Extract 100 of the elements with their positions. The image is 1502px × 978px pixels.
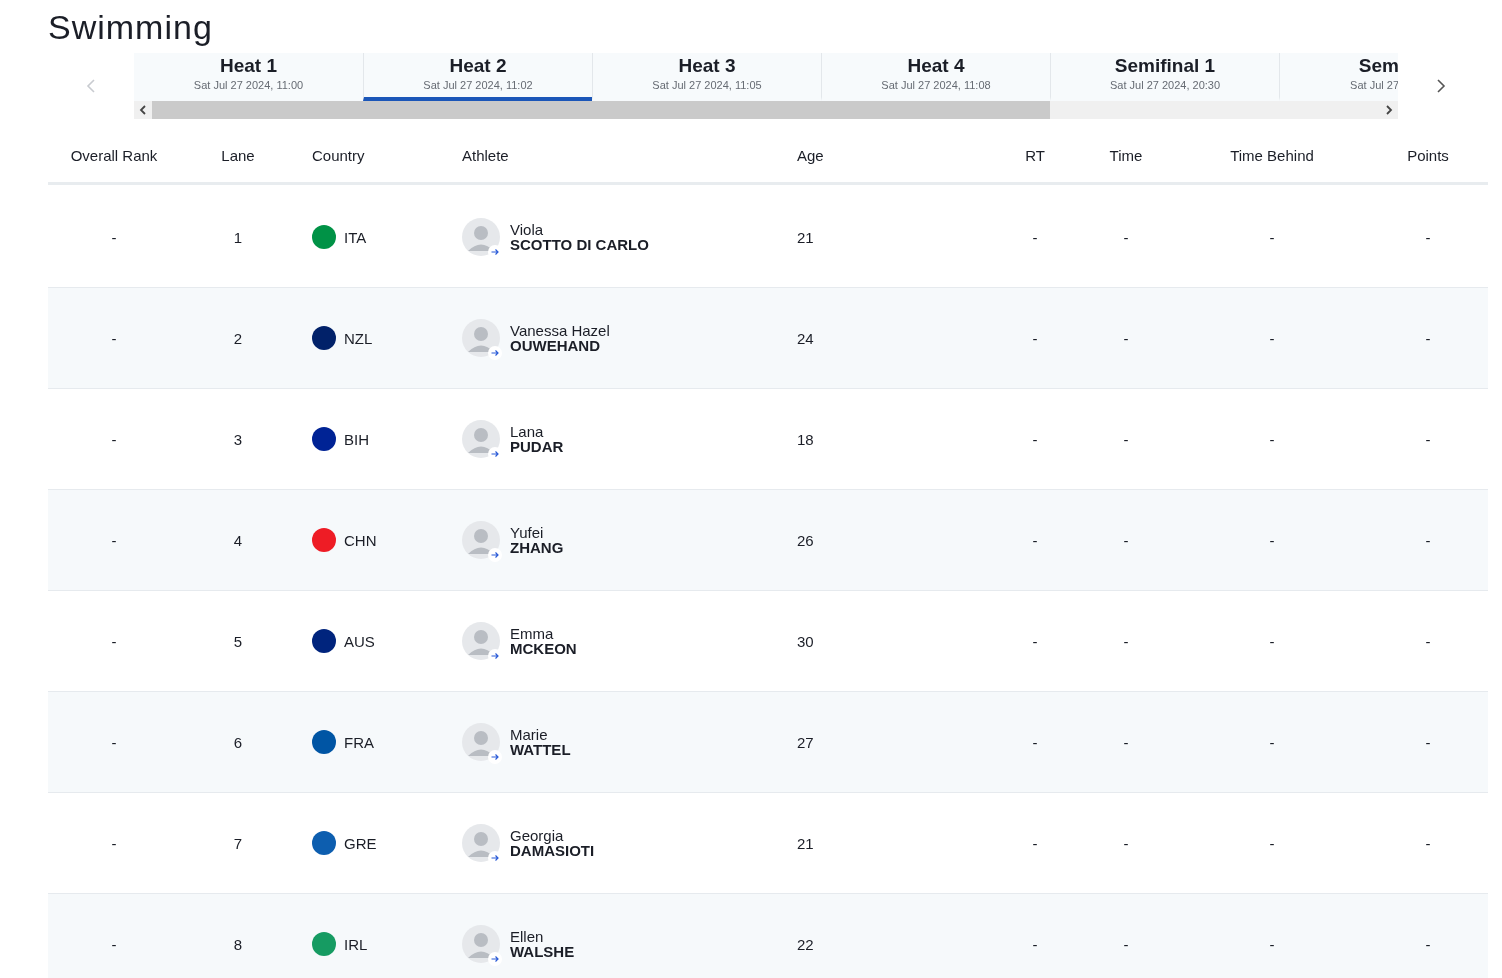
time-value: - [1123, 329, 1129, 347]
page-title: Swimming [48, 7, 214, 48]
chevron-left-icon[interactable] [86, 79, 96, 93]
column-header: Athlete [462, 146, 509, 164]
rank-value: - [111, 228, 117, 246]
country-code: AUS [344, 632, 375, 650]
age-value: 24 [797, 329, 814, 347]
athlete-avatar[interactable] [462, 319, 500, 357]
rank-value: - [111, 935, 117, 953]
athlete-first-name: Emma [510, 626, 555, 641]
points-value: - [1425, 430, 1431, 448]
time-behind-value: - [1269, 430, 1275, 448]
flag-icon [312, 326, 336, 350]
rt-value: - [1032, 430, 1038, 448]
flag-icon [312, 831, 336, 855]
athlete-avatar[interactable] [462, 521, 500, 559]
rt-value: - [1032, 935, 1038, 953]
column-header: Time [1109, 146, 1143, 164]
lane-number: 4 [233, 531, 243, 549]
age-value: 18 [797, 430, 814, 448]
athlete-first-name: Georgia [510, 828, 565, 843]
rt-value: - [1032, 632, 1038, 650]
column-header: Overall Rank [70, 146, 158, 164]
athlete-avatar[interactable] [462, 218, 500, 256]
lane-number: 8 [233, 935, 243, 953]
column-header: Lane [221, 146, 255, 164]
rt-value: - [1032, 733, 1038, 751]
rank-value: - [111, 733, 117, 751]
time-behind-value: - [1269, 935, 1275, 953]
event-tab[interactable]: Heat 1 Sat Jul 27 2024, 11:00 [134, 53, 363, 101]
flag-icon [312, 427, 336, 451]
points-value: - [1425, 531, 1431, 549]
country-code: ITA [344, 228, 367, 246]
rt-value: - [1032, 329, 1038, 347]
athlete-last-name: DAMASIOTI [510, 843, 595, 858]
column-header: Country [312, 146, 365, 164]
rt-value: - [1032, 834, 1038, 852]
lane-number: 5 [233, 632, 243, 650]
rt-value: - [1032, 531, 1038, 549]
country-code: FRA [344, 733, 374, 751]
column-header: Time Behind [1230, 146, 1314, 164]
time-behind-value: - [1269, 329, 1275, 347]
athlete-avatar[interactable] [462, 420, 500, 458]
athlete-first-name: Yufei [510, 525, 545, 540]
time-behind-value: - [1269, 632, 1275, 650]
age-value: 30 [797, 632, 814, 650]
athlete-avatar[interactable] [462, 824, 500, 862]
athlete-first-name: Viola [510, 222, 545, 237]
points-value: - [1425, 935, 1431, 953]
rank-value: - [111, 834, 117, 852]
age-value: 26 [797, 531, 814, 549]
horizontal-scrollbar[interactable] [134, 101, 1398, 119]
athlete-last-name: MCKEON [510, 641, 577, 656]
athlete-last-name: WALSHE [510, 944, 575, 959]
time-behind-value: - [1269, 228, 1275, 246]
column-header: RT [1025, 146, 1045, 164]
lane-number: 1 [233, 228, 243, 246]
flag-icon [312, 932, 336, 956]
column-header: Points [1407, 146, 1449, 164]
lane-number: 3 [233, 430, 243, 448]
athlete-last-name: OUWEHAND [510, 338, 601, 353]
athlete-avatar[interactable] [462, 723, 500, 761]
flag-icon [312, 730, 336, 754]
rank-value: - [111, 329, 117, 347]
age-value: 22 [797, 935, 814, 953]
athlete-avatar[interactable] [462, 925, 500, 963]
lane-number: 7 [233, 834, 243, 852]
age-value: 21 [797, 228, 814, 246]
rt-value: - [1032, 228, 1038, 246]
time-value: - [1123, 834, 1129, 852]
time-value: - [1123, 430, 1129, 448]
column-header: Age [797, 146, 824, 164]
athlete-first-name: Vanessa Hazel [510, 323, 610, 338]
rank-value: - [111, 531, 117, 549]
time-behind-value: - [1269, 531, 1275, 549]
time-value: - [1123, 228, 1129, 246]
points-value: - [1425, 329, 1431, 347]
athlete-first-name: Ellen [510, 929, 545, 944]
country-code: GRE [344, 834, 377, 852]
rank-value: - [111, 632, 117, 650]
country-code: CHN [344, 531, 377, 549]
age-value: 27 [797, 733, 814, 751]
chevron-right-icon[interactable] [1436, 79, 1446, 93]
points-value: - [1425, 632, 1431, 650]
points-value: - [1425, 733, 1431, 751]
time-value: - [1123, 531, 1129, 549]
flag-icon [312, 528, 336, 552]
country-code: NZL [344, 329, 373, 347]
country-code: IRL [344, 935, 368, 953]
athlete-first-name: Lana [510, 424, 545, 439]
points-value: - [1425, 834, 1431, 852]
time-value: - [1123, 632, 1129, 650]
athlete-avatar[interactable] [462, 622, 500, 660]
lane-number: 2 [233, 329, 243, 347]
flag-icon [312, 629, 336, 653]
athlete-last-name: ZHANG [510, 540, 564, 555]
athlete-last-name: WATTEL [510, 742, 571, 757]
flag-icon [312, 225, 336, 249]
lane-number: 6 [233, 733, 243, 751]
time-value: - [1123, 935, 1129, 953]
